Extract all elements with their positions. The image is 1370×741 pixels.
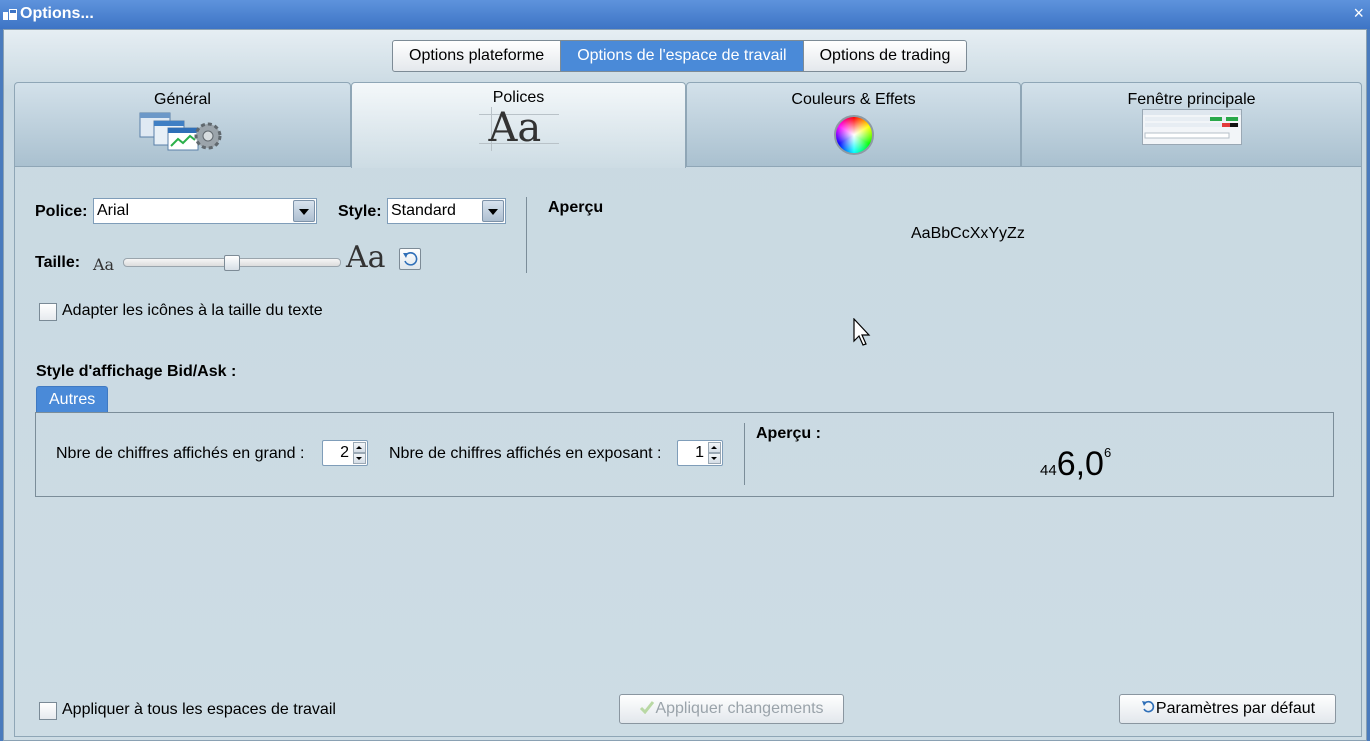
font-aa-icon-text: Aa (488, 105, 542, 151)
color-wheel-icon (833, 115, 874, 155)
chevron-down-icon[interactable] (293, 200, 315, 222)
exp-digits-spinner[interactable]: 1 (677, 440, 723, 466)
apply-all-label: Appliquer à tous les espaces de travail (62, 701, 336, 718)
preview-big: 6,0 (1056, 445, 1104, 483)
options-window: Options plateforme Options de l'espace d… (3, 29, 1367, 741)
reset-icon (1141, 700, 1155, 713)
big-digits-spinner[interactable]: 2 (322, 440, 368, 466)
adapt-icons-checkbox[interactable] (39, 303, 57, 321)
apply-changes-label: Appliquer changements (655, 700, 824, 717)
chevron-down-icon[interactable] (482, 200, 504, 222)
tab-options-plateforme[interactable]: Options plateforme (393, 41, 562, 71)
size-small-glyph: Aa (93, 255, 115, 274)
exp-digits-value: 1 (695, 444, 704, 461)
apply-changes-button[interactable]: Appliquer changements (619, 694, 844, 724)
tab-couleurs-effets-label: Couleurs & Effets (791, 91, 916, 108)
police-select[interactable]: Arial (93, 198, 317, 224)
app-icon (3, 9, 17, 20)
bidask-heading: Style d'affichage Bid/Ask : (36, 363, 237, 380)
tab-polices[interactable]: Polices Aa (351, 82, 686, 168)
tab-general-label: Général (154, 91, 211, 108)
options-category-tabs: Options plateforme Options de l'espace d… (392, 40, 968, 72)
preview-sup: 6 (1103, 445, 1112, 460)
reset-icon (403, 252, 418, 266)
polices-panel: Police: Arial Style: Standard Taille: Aa… (14, 167, 1362, 737)
exp-digits-label: Nbre de chiffres affichés en exposant : (389, 445, 662, 462)
style-select[interactable]: Standard (387, 198, 506, 224)
main-window-thumbnail-icon (1141, 109, 1242, 145)
close-icon[interactable]: × (1353, 4, 1364, 22)
big-digits-label: Nbre de chiffres affichés en grand : (56, 445, 305, 462)
defaults-button[interactable]: Paramètres par défaut (1119, 694, 1336, 724)
spinner-down-icon[interactable] (353, 453, 366, 464)
defaults-label: Paramètres par défaut (1155, 700, 1316, 717)
spinner-up-icon[interactable] (708, 442, 721, 453)
bidask-preview: 446,06 (1040, 445, 1111, 481)
checkmark-icon (640, 701, 655, 715)
tab-general[interactable]: Général (14, 82, 351, 167)
big-digits-value: 2 (340, 444, 349, 461)
apercu-text: AaBbCcXxYyZz (911, 225, 1025, 242)
title-bar: Options... × (0, 0, 1370, 29)
police-label: Police: (35, 203, 88, 220)
separator (744, 423, 745, 485)
bidask-panel: Nbre de chiffres affichés en grand : 2 N… (35, 412, 1334, 497)
mouse-cursor-icon (853, 318, 871, 346)
tab-fenetre-principale[interactable]: Fenêtre principale (1021, 82, 1362, 167)
apply-all-checkbox[interactable] (39, 702, 57, 720)
taille-label: Taille: (35, 254, 81, 271)
reset-size-button[interactable] (399, 248, 421, 270)
separator (526, 197, 527, 273)
bidask-apercu-label: Aperçu : (756, 425, 821, 442)
style-value: Standard (391, 202, 456, 219)
style-label: Style: (338, 203, 382, 220)
tab-autres[interactable]: Autres (36, 386, 109, 412)
font-aa-icon: Aa (478, 105, 559, 151)
spinner-up-icon[interactable] (353, 442, 366, 453)
size-large-glyph: Aa (346, 240, 386, 275)
adapt-icons-label: Adapter les icônes à la taille du texte (62, 302, 323, 319)
tab-fenetre-principale-label: Fenêtre principale (1127, 91, 1256, 108)
windows-gear-icon (139, 112, 221, 151)
section-tabs: Général Polices Aa Couleurs & Effets Fen… (14, 82, 1362, 168)
apercu-label: Aperçu (548, 199, 604, 216)
preview-small: 44 (1040, 462, 1057, 479)
tab-options-de-trading[interactable]: Options de trading (804, 41, 967, 71)
tab-options-espace-de-travail[interactable]: Options de l'espace de travail (561, 41, 804, 71)
police-value: Arial (97, 202, 130, 219)
tab-couleurs-effets[interactable]: Couleurs & Effets (686, 82, 1021, 167)
size-slider-thumb[interactable] (224, 255, 240, 271)
window-title: Options... (20, 5, 94, 22)
spinner-down-icon[interactable] (708, 453, 721, 464)
